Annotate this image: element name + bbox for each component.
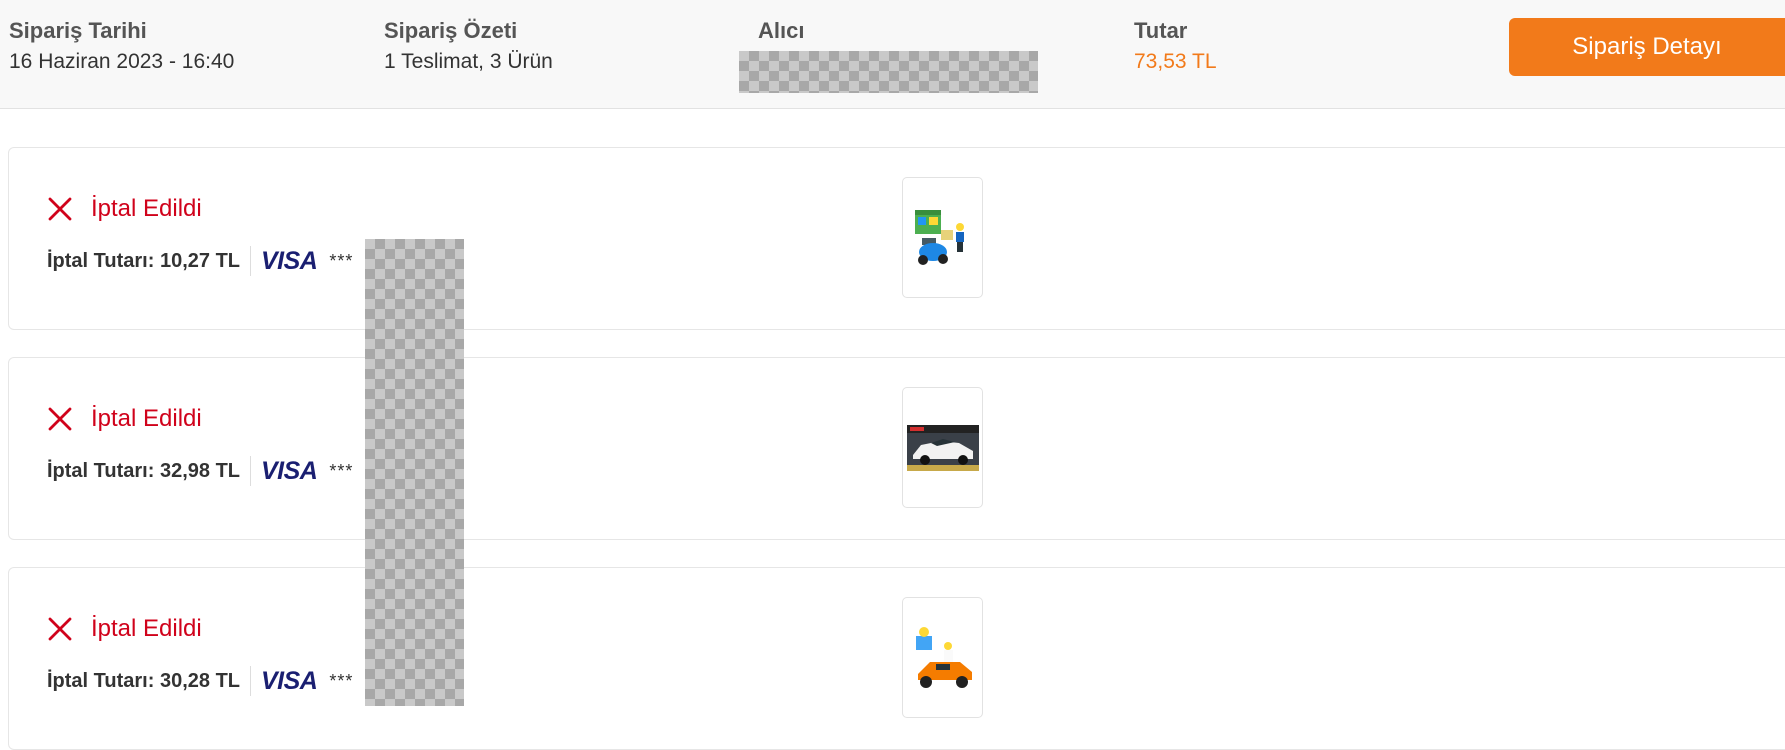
card-number-mask: *** — [329, 460, 354, 481]
order-summary: Sipariş Özeti 1 Teslimat, 3 Ürün — [384, 17, 553, 76]
item-status: İptal Edildi — [47, 405, 202, 433]
order-header: Sipariş Tarihi 16 Haziran 2023 - 16:40 S… — [0, 0, 1785, 109]
item-status-text: İptal Edildi — [91, 615, 202, 642]
lego-police-set-image — [914, 209, 964, 265]
item-status-text: İptal Edildi — [91, 195, 202, 222]
close-x-icon — [48, 617, 72, 641]
visa-logo: VISA — [261, 456, 318, 485]
item-refund: İptal Tutarı: 10,27 TL VISA *** — [47, 245, 353, 277]
item-status: İptal Edildi — [47, 615, 202, 643]
product-thumbnail[interactable] — [902, 177, 983, 298]
product-thumbnail[interactable] — [902, 597, 983, 718]
divider — [250, 246, 251, 276]
close-x-icon — [48, 407, 72, 431]
order-date: Sipariş Tarihi 16 Haziran 2023 - 16:40 — [9, 17, 234, 76]
close-x-icon — [48, 197, 72, 221]
order-total-label: Tutar — [1134, 18, 1188, 43]
lego-race-car-set-image — [915, 626, 972, 688]
item-refund: İptal Tutarı: 30,28 TL VISA *** — [47, 665, 353, 697]
refund-amount: İptal Tutarı: 32,98 TL — [47, 459, 240, 482]
item-status-text: İptal Edildi — [91, 405, 202, 432]
visa-logo: VISA — [261, 246, 318, 275]
card-number-mask: *** — [329, 250, 354, 271]
order-date-value: 16 Haziran 2023 - 16:40 — [9, 50, 235, 73]
card-number-redaction — [365, 239, 464, 706]
order-date-label: Sipariş Tarihi — [9, 18, 147, 43]
order-item-card: İptal Edildi İptal Tutarı: 30,28 TL VISA… — [8, 567, 1785, 750]
order-total: Tutar 73,53 TL — [1134, 17, 1217, 76]
recipient-redaction — [739, 51, 1038, 93]
order-detail-button[interactable]: Sipariş Detayı — [1509, 18, 1785, 76]
order-summary-label: Sipariş Özeti — [384, 18, 518, 43]
item-status: İptal Edildi — [47, 195, 202, 223]
card-number-mask: *** — [329, 670, 354, 691]
order-recipient-label: Alıcı — [758, 18, 805, 43]
product-thumbnail[interactable] — [902, 387, 983, 508]
lego-speed-champions-car-image — [906, 424, 979, 471]
order-total-value: 73,53 TL — [1134, 50, 1217, 73]
item-refund: İptal Tutarı: 32,98 TL VISA *** — [47, 455, 353, 487]
divider — [250, 666, 251, 696]
order-recipient: Alıcı — [758, 17, 804, 45]
refund-amount: İptal Tutarı: 10,27 TL — [47, 249, 240, 272]
order-item-card: İptal Edildi İptal Tutarı: 10,27 TL VISA… — [8, 147, 1785, 330]
order-item-card: İptal Edildi İptal Tutarı: 32,98 TL VISA… — [8, 357, 1785, 540]
refund-amount: İptal Tutarı: 30,28 TL — [47, 669, 240, 692]
divider — [250, 456, 251, 486]
visa-logo: VISA — [261, 666, 318, 695]
order-summary-value: 1 Teslimat, 3 Ürün — [384, 50, 553, 73]
